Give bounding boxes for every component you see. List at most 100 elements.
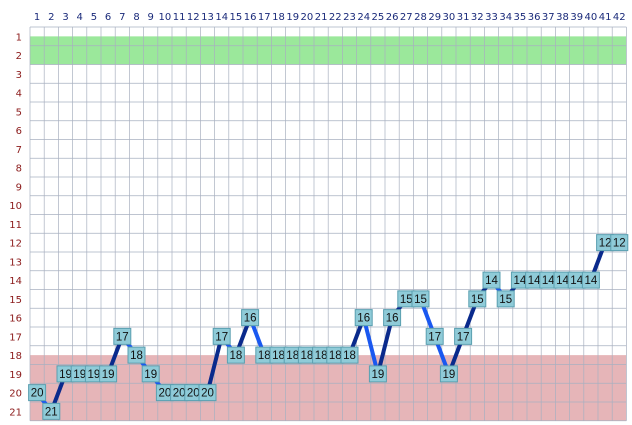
data-label: 14 — [528, 275, 541, 287]
data-label: 16 — [244, 313, 257, 325]
data-label: 19 — [88, 369, 101, 381]
y-tick-label: 6 — [16, 126, 22, 137]
data-label: 17 — [116, 331, 129, 343]
x-tick-label: 6 — [105, 12, 111, 23]
y-tick-label: 10 — [9, 201, 22, 212]
data-label: 14 — [485, 275, 498, 287]
x-tick-label: 14 — [215, 12, 228, 23]
x-tick-label: 11 — [173, 12, 186, 23]
x-tick-label: 2 — [48, 12, 54, 23]
y-tick-label: 20 — [9, 389, 22, 400]
x-tick-label: 13 — [201, 12, 214, 23]
x-tick-label: 23 — [343, 12, 356, 23]
x-tick-label: 35 — [514, 12, 527, 23]
data-label: 20 — [187, 388, 200, 400]
y-tick-label: 15 — [9, 295, 22, 306]
data-label: 18 — [315, 350, 328, 362]
data-label: 20 — [159, 388, 172, 400]
y-tick-label: 11 — [9, 220, 22, 231]
y-tick-label: 17 — [9, 332, 22, 343]
data-label: 19 — [372, 369, 385, 381]
y-tick-label: 4 — [16, 89, 22, 100]
x-tick-label: 34 — [499, 12, 512, 23]
data-label: 14 — [514, 275, 527, 287]
x-tick-label: 33 — [485, 12, 498, 23]
x-tick-label: 27 — [400, 12, 413, 23]
data-label: 17 — [215, 331, 228, 343]
x-tick-label: 18 — [272, 12, 285, 23]
x-tick-label: 29 — [428, 12, 441, 23]
y-tick-label: 21 — [9, 407, 22, 418]
data-label: 14 — [542, 275, 555, 287]
line-chart: 1 2 3 4 5 6 7 8 9 10 11 12 13 14 15 16 17 18 19 20 21 22 23 24 2… — [9, 12, 629, 422]
data-label: 18 — [230, 350, 243, 362]
data-label: 19 — [443, 369, 456, 381]
y-tick-label: 3 — [16, 70, 22, 81]
data-label: 14 — [556, 275, 569, 287]
x-tick-label: 16 — [244, 12, 257, 23]
x-tick-label: 30 — [443, 12, 456, 23]
x-tick-label: 10 — [159, 12, 172, 23]
y-tick-label: 2 — [16, 51, 22, 62]
data-label: 15 — [414, 294, 427, 306]
data-label: 19 — [144, 369, 157, 381]
y-tick-label: 12 — [9, 239, 22, 250]
y-tick-label: 18 — [9, 351, 22, 362]
data-label: 19 — [73, 369, 86, 381]
y-tick-label: 14 — [9, 276, 22, 287]
data-label: 17 — [428, 331, 441, 343]
data-label: 18 — [286, 350, 299, 362]
x-tick-label: 12 — [187, 12, 200, 23]
data-label: 20 — [201, 388, 214, 400]
data-label: 12 — [613, 238, 626, 250]
data-label: 15 — [499, 294, 512, 306]
x-axis-ticks: 1 2 3 4 5 6 7 8 9 10 11 12 13 14 15 16 17 18 19 20 21 22 23 24 2… — [34, 12, 626, 23]
data-label: 18 — [258, 350, 271, 362]
data-label: 15 — [400, 294, 413, 306]
y-tick-label: 13 — [9, 257, 22, 268]
data-label: 18 — [272, 350, 285, 362]
x-tick-label: 40 — [585, 12, 598, 23]
data-label: 20 — [31, 388, 44, 400]
y-tick-label: 8 — [16, 164, 22, 175]
data-label: 18 — [130, 350, 143, 362]
x-tick-label: 41 — [599, 12, 612, 23]
data-label: 21 — [45, 406, 58, 418]
x-tick-label: 22 — [329, 12, 342, 23]
x-tick-label: 4 — [77, 12, 83, 23]
y-tick-label: 5 — [16, 107, 22, 118]
x-tick-label: 3 — [62, 12, 68, 23]
data-label: 19 — [102, 369, 115, 381]
y-tick-label: 9 — [16, 182, 22, 193]
data-label: 12 — [599, 238, 612, 250]
x-tick-label: 17 — [258, 12, 271, 23]
x-tick-label: 1 — [34, 12, 40, 23]
x-tick-label: 42 — [613, 12, 626, 23]
data-label: 17 — [457, 331, 470, 343]
x-tick-label: 15 — [230, 12, 243, 23]
x-tick-label: 19 — [286, 12, 299, 23]
data-label: 14 — [585, 275, 598, 287]
x-tick-label: 7 — [119, 12, 125, 23]
y-tick-label: 7 — [16, 145, 22, 156]
x-tick-label: 36 — [528, 12, 541, 23]
data-label: 14 — [570, 275, 583, 287]
x-tick-label: 31 — [457, 12, 470, 23]
x-tick-label: 21 — [315, 12, 328, 23]
y-tick-label: 19 — [9, 370, 22, 381]
data-label: 19 — [59, 369, 72, 381]
x-tick-label: 5 — [91, 12, 97, 23]
data-label: 20 — [173, 388, 186, 400]
data-label: 16 — [386, 313, 399, 325]
x-tick-label: 20 — [301, 12, 314, 23]
y-tick-label: 16 — [9, 314, 22, 325]
x-tick-label: 26 — [386, 12, 399, 23]
x-tick-label: 25 — [372, 12, 385, 23]
y-tick-label: 1 — [16, 32, 22, 43]
x-tick-label: 37 — [542, 12, 555, 23]
x-tick-label: 24 — [357, 12, 370, 23]
x-tick-label: 9 — [148, 12, 154, 23]
x-tick-label: 39 — [570, 12, 583, 23]
data-label: 18 — [343, 350, 356, 362]
data-label: 15 — [471, 294, 484, 306]
